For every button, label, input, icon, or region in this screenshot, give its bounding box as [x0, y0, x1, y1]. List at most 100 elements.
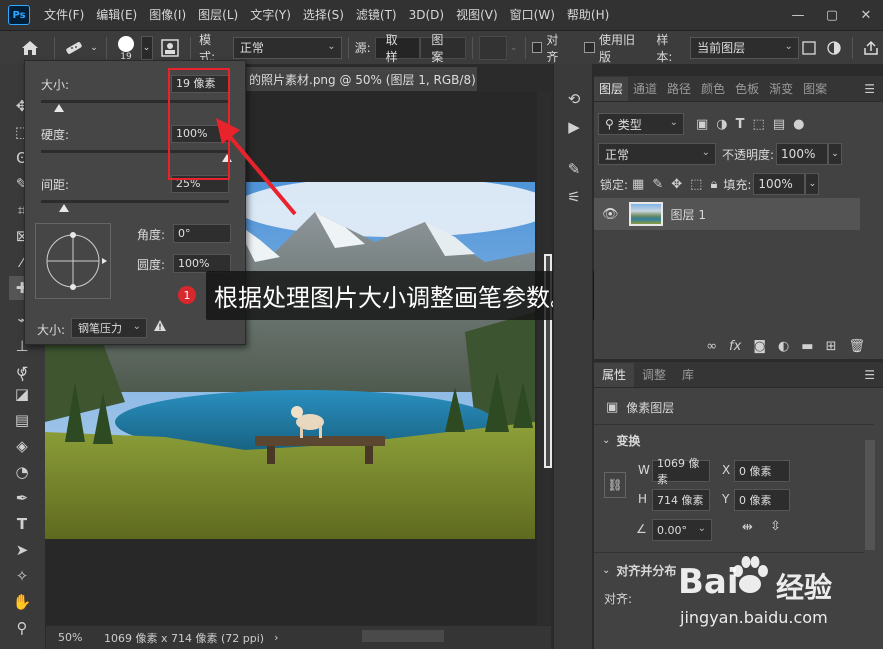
blur-tool-icon[interactable]: ◈ [9, 434, 35, 458]
lock-transparent-icon[interactable]: ▦ [632, 177, 644, 192]
document-tab[interactable]: 的照片素材.png @ 50% (图层 1, RGB/8) [244, 66, 478, 92]
transform-header[interactable]: ⌄ 变换 [594, 430, 883, 450]
width-input[interactable]: 1069 像素 [652, 457, 710, 486]
play-action-icon[interactable]: ▶ [562, 116, 586, 138]
layer-item[interactable]: 👁︎ 图层 1 [594, 198, 860, 230]
opacity-dropdown[interactable]: ⌄ [828, 143, 843, 165]
home-icon[interactable] [12, 34, 48, 62]
trash-icon[interactable]: 🗑︎ [848, 339, 865, 354]
sample-select[interactable]: 当前图层 ⌄ [690, 36, 799, 59]
filter-shape-icon[interactable]: ⬚ [753, 117, 765, 132]
menu-file[interactable]: 文件(F) [38, 0, 90, 30]
fx-icon[interactable]: fx [729, 339, 741, 354]
patch-tool-preset-icon[interactable] [61, 34, 89, 62]
visibility-eye-icon[interactable]: 👁︎ [602, 207, 619, 222]
brush-picker-toggle[interactable]: ⌄ [140, 35, 153, 60]
group-folder-icon[interactable]: ▬ [801, 339, 813, 354]
eraser-tool-icon[interactable]: ◪ [9, 382, 35, 406]
panel-menu-icon[interactable]: ☰ [864, 368, 875, 382]
shape-tool-icon[interactable]: ✧ [9, 564, 35, 588]
size-slider-handle[interactable] [54, 104, 64, 112]
tab-color[interactable]: 颜色 [696, 77, 730, 101]
blend-mode-select[interactable]: 正常 ⌄ [598, 143, 716, 165]
pen-tool-icon[interactable]: ✒ [9, 486, 35, 510]
tab-patterns[interactable]: 图案 [798, 77, 832, 101]
tab-gradients[interactable]: 渐变 [764, 77, 798, 101]
source-sample-button[interactable]: 取样 [374, 33, 421, 64]
height-input[interactable]: 714 像素 [652, 489, 710, 511]
tab-libraries[interactable]: 库 [674, 363, 702, 387]
angle-input[interactable]: 0° [173, 224, 231, 243]
lock-position-icon[interactable]: ✥ [671, 177, 682, 192]
menu-window[interactable]: 窗口(W) [504, 0, 561, 30]
properties-scrollbar[interactable] [865, 440, 875, 550]
lock-image-icon[interactable]: ✎ [652, 177, 663, 192]
vertical-scrollbar[interactable] [537, 92, 552, 625]
filter-toggle-icon[interactable]: ● [793, 117, 804, 132]
ignore-adjustment-layers-icon[interactable] [801, 39, 817, 57]
share-icon[interactable] [859, 36, 883, 60]
status-arrow-icon[interactable]: › [274, 631, 278, 644]
flip-horizontal-icon[interactable]: ⇹ [742, 520, 753, 535]
zoom-level[interactable]: 50% [58, 631, 96, 644]
fill-input[interactable]: 100% [753, 173, 806, 195]
mode-select[interactable]: 正常 ⌄ [232, 36, 342, 59]
tab-adjustments[interactable]: 调整 [634, 363, 674, 387]
y-input[interactable]: 0 像素 [734, 489, 790, 511]
filter-smart-object-icon[interactable]: ▤ [773, 117, 785, 132]
menu-image[interactable]: 图像(I) [143, 0, 192, 30]
filter-type-icon[interactable]: T [736, 117, 745, 132]
lock-artboard-icon[interactable]: ⬚ [690, 177, 702, 192]
link-layers-icon[interactable]: ∞ [706, 339, 717, 354]
tab-channels[interactable]: 通道 [628, 77, 662, 101]
zoom-tool-icon[interactable]: ⚲ [9, 616, 35, 640]
opacity-input[interactable]: 100% [776, 143, 829, 165]
menu-type[interactable]: 文字(Y) [244, 0, 297, 30]
pattern-swatch[interactable] [479, 35, 507, 60]
tab-swatches[interactable]: 色板 [730, 77, 764, 101]
tab-properties[interactable]: 属性 [594, 363, 635, 387]
add-mask-icon[interactable]: ◙ [753, 339, 766, 354]
adjustment-layer-icon[interactable]: ◐ [778, 339, 789, 354]
menu-3d[interactable]: 3D(D) [403, 0, 450, 30]
lock-all-icon[interactable]: 🔒︎ [710, 177, 717, 192]
chevron-down-icon[interactable]: ⌄ [509, 43, 519, 53]
filter-adjustment-icon[interactable]: ◑ [716, 117, 727, 132]
minimize-button[interactable]: — [781, 0, 815, 30]
brush-settings-icon[interactable]: ✎ [562, 158, 586, 180]
gradient-tool-icon[interactable]: ▤ [9, 408, 35, 432]
dodge-tool-icon[interactable]: ◔ [9, 460, 35, 484]
menu-select[interactable]: 选择(S) [297, 0, 350, 30]
panel-menu-icon[interactable]: ☰ [864, 82, 875, 96]
photoshop-logo[interactable]: Ps [8, 5, 30, 25]
menu-filter[interactable]: 滤镜(T) [350, 0, 403, 30]
menu-layer[interactable]: 图层(L) [192, 0, 244, 30]
source-pattern-button[interactable]: 图案 [420, 33, 467, 64]
adjustments-icon[interactable]: ⚟ [562, 186, 586, 208]
layer-filter-select[interactable]: ⚲ 类型 ⌄ [598, 113, 684, 135]
rotation-input[interactable]: 0.00° ⌄ [652, 519, 712, 541]
pressure-size-icon[interactable] [823, 36, 847, 60]
filter-pixel-icon[interactable]: ▣ [696, 117, 708, 132]
clone-source-panel-icon[interactable] [157, 34, 185, 62]
menu-view[interactable]: 视图(V) [450, 0, 504, 30]
flip-vertical-icon[interactable]: ⇳ [770, 519, 781, 534]
maximize-button[interactable]: ▢ [815, 0, 849, 30]
hand-tool-icon[interactable]: ✋ [9, 590, 35, 614]
use-legacy-checkbox[interactable] [584, 42, 595, 53]
link-dimensions-icon[interactable]: ⛓︎ [604, 472, 626, 498]
horizontal-scrollbar-thumb[interactable] [362, 630, 444, 642]
path-select-tool-icon[interactable]: ➤ [9, 538, 35, 562]
history-icon[interactable]: ⟲ [562, 88, 586, 110]
menu-help[interactable]: 帮助(H) [561, 0, 615, 30]
brush-preview[interactable]: 19 [113, 33, 139, 63]
align-checkbox[interactable] [531, 42, 543, 53]
tab-layers[interactable]: 图层 [594, 77, 629, 101]
chevron-down-icon[interactable]: ⌄ [88, 43, 100, 53]
menu-edit[interactable]: 编辑(E) [90, 0, 143, 30]
pressure-select[interactable]: 钢笔压力 ⌄ [71, 318, 147, 338]
new-layer-icon[interactable]: ⊞ [826, 339, 837, 354]
x-input[interactable]: 0 像素 [734, 460, 790, 482]
type-tool-icon[interactable]: T [9, 512, 35, 536]
fill-dropdown[interactable]: ⌄ [805, 173, 820, 195]
